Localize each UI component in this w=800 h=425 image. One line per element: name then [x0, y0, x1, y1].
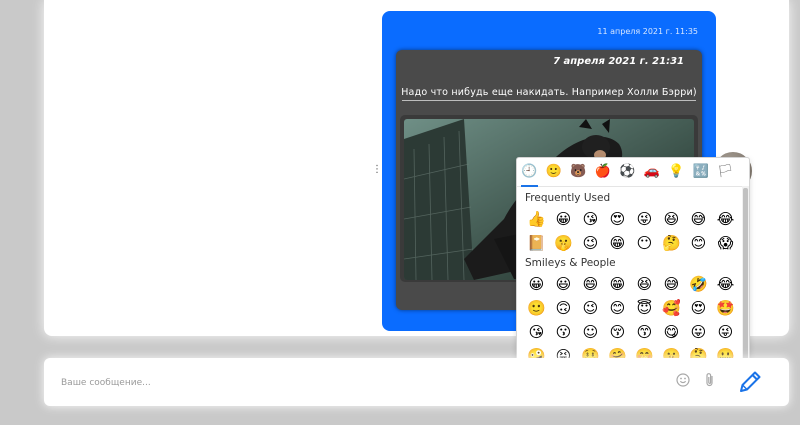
emoji-item[interactable]: 😗	[550, 320, 577, 344]
emoji-item[interactable]: 🤔	[658, 231, 685, 255]
emoji-item[interactable]: 😇	[631, 296, 658, 320]
tab-smileys-icon[interactable]: 🙂	[542, 158, 567, 186]
emoji-item[interactable]: 😜	[712, 320, 739, 344]
emoji-item[interactable]: 😁	[604, 272, 631, 296]
tab-recent-icon[interactable]: 🕘	[517, 158, 542, 187]
emoji-item[interactable]: 😛	[685, 320, 712, 344]
emoji-item[interactable]: 🙂	[523, 296, 550, 320]
message-time: 11 апреля 2021 г. 11:35	[597, 27, 698, 36]
emoji-item[interactable]: 😂	[712, 207, 739, 231]
emoji-item[interactable]: 🤫	[550, 231, 577, 255]
emoji-item[interactable]: 😆	[631, 272, 658, 296]
emoji-item[interactable]: 😉	[577, 296, 604, 320]
emoji-item[interactable]: 😅	[658, 272, 685, 296]
divider	[402, 100, 696, 101]
emoji-item[interactable]: 🤩	[712, 296, 739, 320]
emoji-item[interactable]: 😘	[523, 320, 550, 344]
tab-travel-icon[interactable]: 🚗	[640, 158, 665, 186]
smile-icon[interactable]	[676, 373, 690, 391]
emoji-item[interactable]: 😊	[604, 296, 631, 320]
emoji-item[interactable]: ☺	[577, 320, 604, 344]
emoji-item[interactable]: 🤣	[685, 272, 712, 296]
tab-activity-icon[interactable]: ⚽	[615, 158, 640, 186]
scrollbar-thumb[interactable]	[743, 188, 748, 363]
forwarded-date: 7 апреля 2021 г. 21:31	[553, 56, 684, 67]
forwarded-text: Надо что нибудь еще накидать. Например Х…	[401, 87, 697, 98]
emoji-item[interactable]: 😃	[550, 272, 577, 296]
emoji-item[interactable]: 😱	[712, 231, 739, 255]
tab-symbols-icon[interactable]: 🔣	[689, 158, 714, 186]
emoji-item[interactable]: 😉	[577, 231, 604, 255]
tab-food-icon[interactable]: 🍎	[591, 158, 616, 186]
message-composer	[44, 358, 789, 406]
emoji-item[interactable]: 😆	[658, 207, 685, 231]
emoji-item[interactable]: 😅	[685, 207, 712, 231]
emoji-item[interactable]: 😶	[631, 231, 658, 255]
emoji-item[interactable]: 😋	[658, 320, 685, 344]
section-title-frequent: Frequently Used	[525, 192, 611, 204]
emoji-item[interactable]: 🥰	[658, 296, 685, 320]
emoji-scrollbar[interactable]	[742, 186, 749, 367]
emoji-item[interactable]: 😄	[577, 272, 604, 296]
tab-objects-icon[interactable]: 💡	[664, 158, 689, 186]
emoji-item[interactable]: 😀	[523, 272, 550, 296]
tab-flags-icon[interactable]: 🏳	[713, 158, 738, 186]
emoji-category-tabs: 🕘 🙂 🐻 🍎 ⚽ 🚗 💡 🔣 🏳	[517, 158, 743, 187]
tab-animals-icon[interactable]: 🐻	[566, 158, 591, 186]
emoji-item[interactable]: 😚	[604, 320, 631, 344]
emoji-grid-frequent: 👍 😀 😘 😍 😜 😆 😅 😂 📔 🤫 😉 😁 😶 🤔 😊 😱	[523, 207, 739, 255]
emoji-picker: 🕘 🙂 🐻 🍎 ⚽ 🚗 💡 🔣 🏳 Frequently Used 👍 😀 😘 😍 😜 😆…	[516, 157, 750, 368]
more-vertical-icon[interactable]: ⋮	[372, 164, 382, 175]
emoji-item[interactable]: 😀	[550, 207, 577, 231]
emoji-item[interactable]: 😊	[685, 231, 712, 255]
emoji-grid-smileys: 😀 😃 😄 😁 😆 😅 🤣 😂 🙂 🙃 😉 😊 😇 🥰 😍 🤩 😘 😗 ☺ 😚 😙 😋 😛 😜 🤪 😝 🤑 🤗 🤭 🤫 🤔 🤐	[523, 272, 739, 367]
paperclip-icon[interactable]	[704, 372, 716, 392]
emoji-item[interactable]: 🙃	[550, 296, 577, 320]
emoji-item[interactable]: 😍	[685, 296, 712, 320]
emoji-item[interactable]: 😜	[631, 207, 658, 231]
message-input[interactable]	[59, 374, 643, 392]
emoji-item[interactable]: 😍	[604, 207, 631, 231]
emoji-item[interactable]: 📔	[523, 231, 550, 255]
emoji-item[interactable]: 😁	[604, 231, 631, 255]
emoji-item[interactable]: 😘	[577, 207, 604, 231]
pencil-icon[interactable]	[737, 369, 763, 395]
emoji-item[interactable]: 😂	[712, 272, 739, 296]
emoji-item[interactable]: 😙	[631, 320, 658, 344]
emoji-item[interactable]: 👍	[523, 207, 550, 231]
section-title-smileys: Smileys & People	[525, 257, 616, 269]
